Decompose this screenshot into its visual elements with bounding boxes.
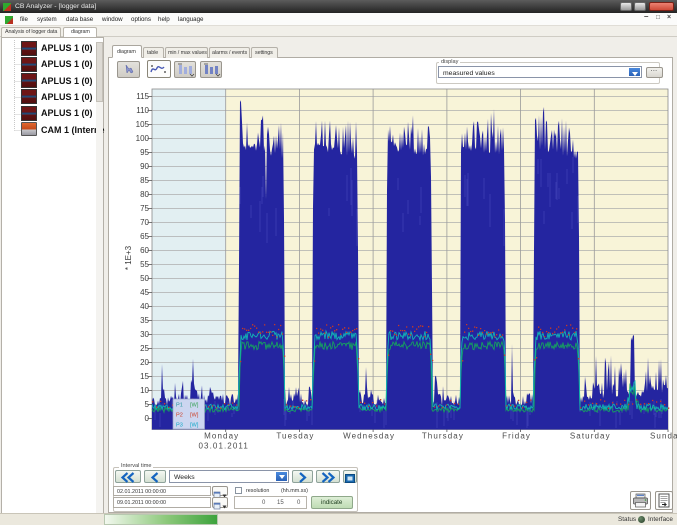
svg-text:P2: P2 bbox=[176, 413, 183, 419]
svg-text:P3: P3 bbox=[176, 423, 183, 429]
svg-text:[W]: [W] bbox=[190, 403, 199, 409]
svg-text:[W]: [W] bbox=[190, 423, 199, 429]
svg-text:Monday: Monday bbox=[204, 432, 239, 441]
svg-text:Wednesday: Wednesday bbox=[343, 432, 395, 441]
svg-text:Friday: Friday bbox=[502, 432, 531, 441]
svg-text:Sunday: Sunday bbox=[650, 432, 677, 441]
svg-text:Thursday: Thursday bbox=[422, 432, 464, 441]
svg-text:P1: P1 bbox=[176, 403, 183, 409]
svg-text:03.01.2011: 03.01.2011 bbox=[198, 442, 248, 451]
svg-text:100: 100 bbox=[136, 134, 150, 143]
svg-text:Saturday: Saturday bbox=[570, 432, 611, 441]
svg-text:Tuesday: Tuesday bbox=[276, 432, 314, 441]
svg-text:[W]: [W] bbox=[190, 413, 199, 419]
svg-text:* 1E+3: * 1E+3 bbox=[124, 245, 133, 270]
svg-text:105: 105 bbox=[136, 120, 150, 129]
